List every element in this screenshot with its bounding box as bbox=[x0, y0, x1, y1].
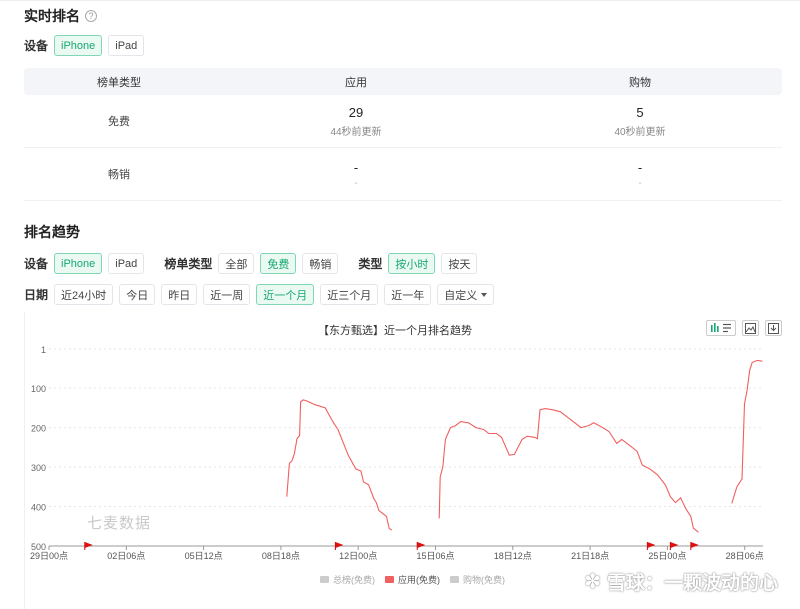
x-tick-label: 29日00点 bbox=[30, 551, 68, 561]
date-today-button[interactable]: 今日 bbox=[119, 284, 156, 305]
date-3month-button[interactable]: 近三个月 bbox=[320, 284, 379, 305]
legend-swatch bbox=[450, 576, 459, 583]
shop-rank: 5 bbox=[636, 104, 644, 120]
y-tick-label: 1 bbox=[41, 345, 46, 355]
realtime-title: 实时排名 ? bbox=[24, 6, 97, 26]
trend-chart: 【东方甄选】近一个月排名趋势 1 100 200 300 400 500 29日00点 02日… bbox=[24, 312, 792, 609]
device-label: 设备 bbox=[24, 39, 49, 53]
shop-rank-cell: - - bbox=[498, 160, 782, 189]
shop-rank-cell: 5 40秒前更新 bbox=[498, 105, 782, 138]
trend-title: 排名趋势 bbox=[24, 224, 80, 240]
date-label: 日期 bbox=[24, 288, 49, 302]
legend-item[interactable]: 应用(免费) bbox=[385, 573, 440, 586]
y-tick-label: 300 bbox=[31, 463, 46, 473]
trend-device-label: 设备 bbox=[24, 257, 49, 271]
list-all-button[interactable]: 全部 bbox=[218, 253, 255, 274]
bar-list-toggle-icon[interactable] bbox=[706, 320, 736, 336]
chevron-down-icon bbox=[481, 292, 488, 297]
shop-updated: - bbox=[638, 177, 642, 189]
header-shopping: 购物 bbox=[629, 76, 651, 89]
x-tick-label: 12日00点 bbox=[339, 551, 377, 561]
date-yesterday-button[interactable]: 昨日 bbox=[161, 284, 198, 305]
table-header: 榜单类型 应用 购物 bbox=[24, 68, 782, 95]
date-custom-dropdown[interactable]: 自定义 bbox=[437, 284, 495, 305]
row-type: 免费 bbox=[108, 116, 130, 128]
trend-device-iphone-button[interactable]: iPhone bbox=[54, 253, 103, 274]
app-updated: - bbox=[354, 177, 358, 189]
top-divider bbox=[0, 0, 800, 1]
row-type: 畅销 bbox=[108, 169, 130, 181]
chart-toolbar bbox=[700, 320, 782, 336]
xueqiu-watermark: ✽ 雪球：一颗波动的心 bbox=[584, 571, 778, 594]
date-week-button[interactable]: 近一周 bbox=[203, 284, 251, 305]
series-line-app-free bbox=[731, 359, 763, 504]
chart-title: 【东方甄选】近一个月排名趋势 bbox=[318, 325, 472, 337]
flag-marker bbox=[690, 542, 699, 548]
shop-updated: 40秒前更新 bbox=[614, 126, 666, 138]
x-tick-label: 25日00点 bbox=[648, 551, 686, 561]
x-tick-label: 02日06点 bbox=[107, 551, 145, 561]
date-year-button[interactable]: 近一年 bbox=[384, 284, 432, 305]
chart-plot: 110020030040050029日00点 02日06点 05日12点 08日18点… bbox=[30, 345, 764, 561]
list-type-label: 榜单类型 bbox=[164, 257, 213, 271]
rank-table: 榜单类型 应用 购物 免费 29 44秒前更新 5 40秒前更新 畅销 - - … bbox=[24, 68, 782, 201]
legend-item[interactable]: 购物(免费) bbox=[450, 573, 505, 586]
y-tick-label: 200 bbox=[31, 424, 46, 434]
app-rank-cell: 29 44秒前更新 bbox=[214, 105, 498, 138]
shop-rank: - bbox=[637, 159, 643, 175]
x-tick-label: 21日18点 bbox=[571, 551, 609, 561]
kind-hourly-button[interactable]: 按小时 bbox=[388, 253, 436, 274]
download-icon[interactable] bbox=[765, 320, 782, 336]
trend-filter-row: 设备 iPhone iPad 榜单类型 全部 免费 畅销 类型 按小时 按天 bbox=[24, 253, 483, 274]
date-month-button[interactable]: 近一个月 bbox=[256, 284, 315, 305]
kind-daily-button[interactable]: 按天 bbox=[441, 253, 478, 274]
table-row: 畅销 - - - - bbox=[24, 148, 782, 201]
flag-marker bbox=[417, 542, 426, 548]
x-tick-label: 18日12点 bbox=[494, 551, 532, 561]
trend-device-ipad-button[interactable]: iPad bbox=[108, 253, 145, 274]
image-export-icon[interactable] bbox=[742, 320, 759, 336]
legend-swatch bbox=[320, 576, 329, 583]
list-grossing-button[interactable]: 畅销 bbox=[302, 253, 339, 274]
kind-label: 类型 bbox=[358, 257, 383, 271]
series-line-app-free bbox=[286, 399, 393, 531]
list-free-button[interactable]: 免费 bbox=[260, 253, 297, 274]
device-iphone-button[interactable]: iPhone bbox=[54, 35, 103, 56]
header-list-type: 榜单类型 bbox=[97, 76, 141, 89]
date-filter-row: 日期 近24小时 今日 昨日 近一周 近一个月 近三个月 近一年 自定义 bbox=[24, 284, 500, 305]
x-tick-label: 05日12点 bbox=[185, 551, 223, 561]
help-icon[interactable]: ? bbox=[85, 10, 97, 22]
flag-marker bbox=[84, 542, 93, 548]
x-tick-label: 15日06点 bbox=[416, 551, 454, 561]
y-tick-label: 100 bbox=[31, 384, 46, 394]
chart-legend: 总榜(免费) 应用(免费) 购物(免费) bbox=[320, 573, 515, 586]
flag-marker bbox=[335, 542, 344, 548]
header-app: 应用 bbox=[345, 76, 367, 89]
legend-item[interactable]: 总榜(免费) bbox=[320, 573, 375, 586]
x-tick-label: 08日18点 bbox=[262, 551, 300, 561]
app-updated: 44秒前更新 bbox=[330, 126, 382, 138]
flag-marker bbox=[647, 542, 656, 548]
y-tick-label: 400 bbox=[31, 503, 46, 513]
snowball-icon: ✽ bbox=[584, 571, 601, 593]
flag-marker bbox=[670, 542, 679, 548]
app-rank: 29 bbox=[348, 104, 364, 120]
app-rank-cell: - - bbox=[214, 160, 498, 189]
x-tick-label: 28日06点 bbox=[726, 551, 764, 561]
realtime-device-row: 设备 iPhone iPad bbox=[24, 35, 150, 56]
qimai-watermark: 七麦数据 bbox=[87, 515, 152, 532]
date-24h-button[interactable]: 近24小时 bbox=[54, 284, 114, 305]
device-ipad-button[interactable]: iPad bbox=[108, 35, 145, 56]
app-rank: - bbox=[353, 159, 359, 175]
table-row: 免费 29 44秒前更新 5 40秒前更新 bbox=[24, 95, 782, 148]
legend-swatch bbox=[385, 576, 394, 583]
